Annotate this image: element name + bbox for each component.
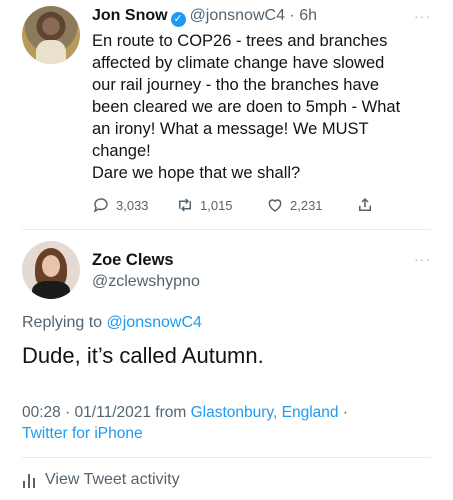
tweet1-header: Jon Snow ✓ @jonsnowC4 · 6h — [92, 6, 317, 27]
reply-icon — [93, 198, 108, 213]
tweet2-client-link[interactable]: Twitter for iPhone — [22, 423, 442, 444]
reply-button[interactable]: 3,033 — [92, 196, 149, 214]
zoe-clews-avatar[interactable] — [22, 241, 80, 299]
tweet1-line: affected by climate change have slowed — [92, 54, 385, 72]
tweet1-line: our rail journey - tho the branches have — [92, 76, 380, 94]
meta-separator: · — [338, 404, 348, 421]
tweet1-line: change! — [92, 142, 151, 160]
reply-count: 3,033 — [116, 197, 149, 213]
tweet2-meta: 00:28 · 01/11/2021 from Glastonbury, Eng… — [22, 402, 442, 444]
replying-prefix: Replying to — [22, 314, 103, 331]
like-count: 2,231 — [290, 197, 323, 213]
tweet2-more-icon[interactable]: ··· — [414, 251, 431, 267]
tweet2-timestamp[interactable]: 00:28 · 01/11/2021 from — [22, 404, 186, 421]
tweet-divider — [22, 229, 431, 230]
view-tweet-activity-label: View Tweet activity — [45, 471, 180, 488]
tweet2-handle[interactable]: @zclewshypno — [92, 273, 200, 291]
tweet1-time[interactable]: 6h — [299, 7, 317, 24]
tweet2-location-link[interactable]: Glastonbury, England — [191, 404, 339, 421]
like-button[interactable]: 2,231 — [266, 196, 323, 214]
retweet-icon — [179, 198, 191, 212]
tweet2-text: Dude, it’s called Autumn. — [22, 343, 264, 368]
replying-to: Replying to @jonsnowC4 — [22, 314, 202, 332]
activity-divider — [22, 457, 431, 458]
tweet1-more-icon[interactable]: ··· — [414, 8, 431, 24]
tweet2-author-name[interactable]: Zoe Clews — [92, 251, 174, 270]
tweet1-author-name[interactable]: Jon Snow — [92, 7, 168, 24]
share-icon — [359, 197, 371, 211]
replying-handle-link[interactable]: @jonsnowC4 — [107, 314, 202, 331]
jon-snow-avatar[interactable] — [22, 6, 80, 64]
tweet1-line: Dare we hope that we shall? — [92, 164, 301, 182]
heart-icon — [268, 199, 282, 212]
bar-chart-icon — [23, 474, 35, 488]
tweet1-line: En route to COP26 - trees and branches — [92, 32, 388, 50]
share-button[interactable] — [356, 196, 374, 214]
retweet-count: 1,015 — [200, 197, 233, 213]
retweet-button[interactable]: 1,015 — [176, 196, 233, 214]
view-tweet-activity-link[interactable]: View Tweet activity — [22, 471, 180, 489]
tweet1-text: En route to COP26 - trees and branches a… — [92, 30, 437, 184]
tweet1-line: been cleared we are doen to 5mph - What — [92, 98, 401, 116]
verified-badge-icon: ✓ — [170, 12, 186, 27]
tweet1-handle[interactable]: @jonsnowC4 — [190, 7, 285, 24]
tweet1-line: an irony! What a message! We MUST — [92, 120, 369, 138]
tweet1-actions: 3,033 1,015 2,231 — [92, 196, 392, 218]
tweet1-time-separator: · — [289, 7, 295, 24]
